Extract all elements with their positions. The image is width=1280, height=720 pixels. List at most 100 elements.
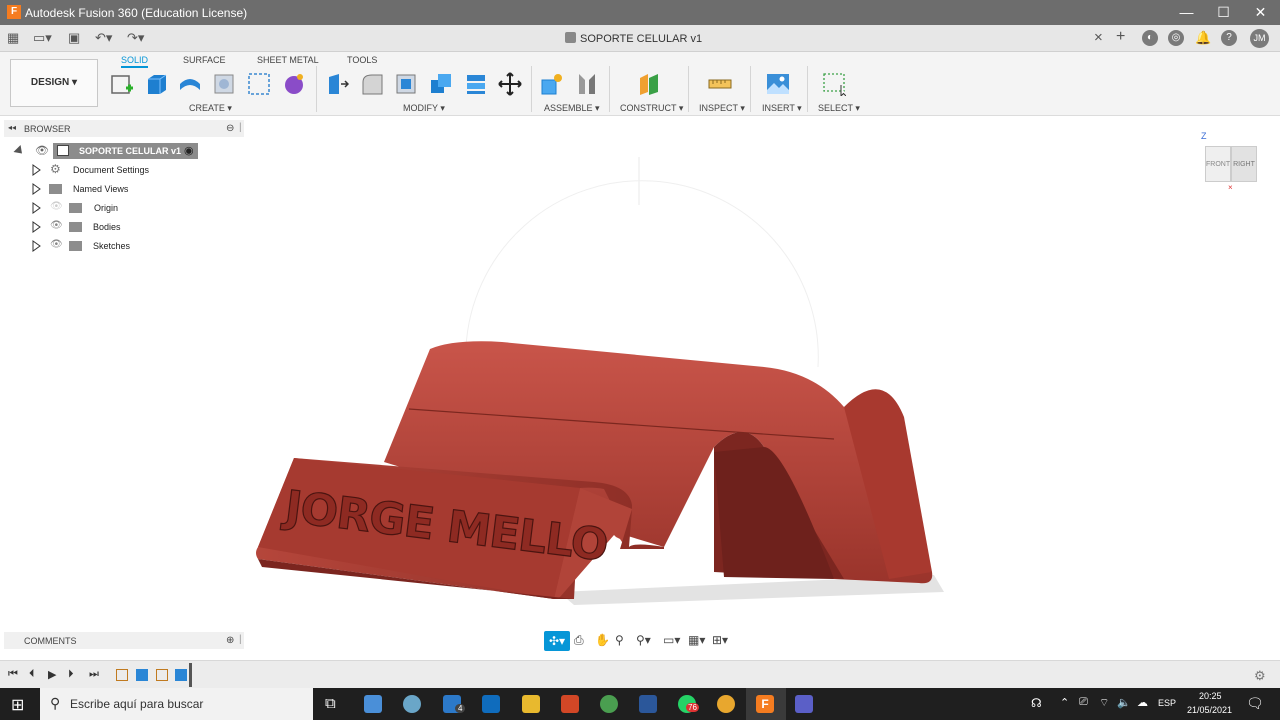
extensions-icon[interactable]: ◐	[1142, 30, 1158, 46]
new-component-icon[interactable]	[540, 72, 564, 96]
eye-visibility-icon[interactable]: 👁	[50, 239, 63, 250]
tab-tools[interactable]: TOOLS	[347, 55, 377, 65]
show-hidden-icons-chevron[interactable]: ⌃	[1060, 696, 1069, 709]
user-avatar[interactable]: JM	[1250, 29, 1269, 48]
create-menu[interactable]: CREATE ▾	[189, 103, 232, 114]
document-tab[interactable]: SOPORTE CELULAR v1	[565, 32, 702, 45]
browser-item-document-settings[interactable]: ⚙ Document Settings	[32, 162, 192, 179]
job-status-icon[interactable]: ◎	[1168, 30, 1184, 46]
insert-image-icon[interactable]	[766, 72, 790, 96]
comments-panel-header[interactable]: COMMENTS ⊕ |	[4, 632, 244, 649]
inspect-menu[interactable]: INSPECT ▾	[699, 103, 745, 114]
expand-arrow-icon[interactable]	[32, 240, 41, 252]
notifications-icon[interactable]: 🔔	[1195, 30, 1211, 46]
expand-arrow-icon[interactable]	[32, 164, 41, 176]
people-icon[interactable]: ☊	[1031, 696, 1042, 710]
windows-start-icon[interactable]: ⊞	[11, 695, 24, 715]
press-pull-icon[interactable]	[325, 72, 349, 96]
browser-item-bodies[interactable]: 👁 Bodies	[32, 219, 192, 236]
calculator-app-icon[interactable]	[364, 695, 382, 713]
undo-icon[interactable]: ↶▾	[95, 30, 112, 46]
modify-menu[interactable]: MODIFY ▾	[403, 103, 445, 114]
viewcube-front-face[interactable]: FRONT	[1205, 146, 1231, 182]
collapse-browser-icon[interactable]: ◂◂	[8, 123, 16, 132]
sweep-icon[interactable]	[212, 72, 236, 96]
tab-solid[interactable]: SOLID	[121, 55, 149, 68]
help-icon[interactable]: ?	[1221, 30, 1237, 46]
browser-root-item[interactable]: 👁 SOPORTE CELULAR v1 ◉	[13, 143, 206, 160]
comments-add-icon[interactable]: ⊕	[226, 635, 234, 646]
browser-pin-icon[interactable]: ⊖	[226, 123, 234, 134]
viewports-icon[interactable]: ⊞▾	[712, 633, 728, 649]
fit-icon[interactable]: ⚲▾	[636, 633, 652, 649]
construct-menu[interactable]: CONSTRUCT ▾	[620, 103, 683, 114]
look-at-icon[interactable]: ⎙	[574, 633, 590, 649]
combine-icon[interactable]	[429, 72, 453, 96]
go-to-end-icon[interactable]: ⏭	[89, 668, 99, 681]
measure-icon[interactable]	[708, 72, 732, 96]
timeline-settings-gear-icon[interactable]: ⚙	[1254, 668, 1266, 684]
grid-menu-icon[interactable]: ▦	[7, 30, 19, 46]
viewcube[interactable]: Z FRONT RIGHT ×	[1196, 128, 1264, 196]
panel-resize-handle[interactable]: |	[239, 122, 242, 133]
browser-item-named-views[interactable]: Named Views	[32, 181, 192, 198]
orbit-icon[interactable]: ✣▾	[544, 631, 570, 651]
root-component-row[interactable]: SOPORTE CELULAR v1	[53, 143, 198, 159]
viewcube-right-face[interactable]: RIGHT	[1231, 146, 1257, 182]
revolve-icon[interactable]	[178, 72, 202, 96]
notification-center-icon[interactable]: 🗨	[1246, 695, 1264, 712]
new-tab-icon[interactable]: +	[1116, 28, 1125, 46]
zoom-icon[interactable]: ⚲	[615, 633, 631, 649]
go-to-start-icon[interactable]: ⏮	[8, 668, 18, 681]
expand-arrow-icon[interactable]	[32, 221, 41, 233]
offset-plane-icon[interactable]	[637, 72, 661, 96]
timeline-extrude-feature[interactable]	[136, 669, 148, 681]
window-select-icon[interactable]	[822, 72, 846, 96]
insert-menu[interactable]: INSERT ▾	[762, 103, 802, 114]
step-forward-icon[interactable]: ⏵	[68, 668, 74, 681]
task-view-icon[interactable]: ⧉	[325, 695, 336, 712]
rectangular-pattern-icon[interactable]	[247, 72, 271, 96]
minimize-button[interactable]: —	[1168, 0, 1205, 25]
redo-icon[interactable]: ↷▾	[127, 30, 144, 46]
activate-radio-icon[interactable]: ◉	[184, 144, 194, 157]
assemble-menu[interactable]: ASSEMBLE ▾	[544, 103, 600, 114]
step-back-icon[interactable]: ⏴	[29, 668, 35, 681]
browser-item-sketches[interactable]: 👁 Sketches	[32, 238, 192, 255]
file-explorer-icon[interactable]	[522, 695, 540, 713]
3d-viewport[interactable]: JORGE MELLO	[244, 117, 1280, 657]
teams-app-icon[interactable]	[795, 695, 813, 713]
shell-icon[interactable]	[394, 72, 418, 96]
save-icon[interactable]: ▣	[68, 30, 80, 46]
pan-icon[interactable]: ✋	[595, 633, 611, 649]
powerpoint-app-icon[interactable]	[561, 695, 579, 713]
extrude-icon[interactable]	[144, 72, 168, 96]
onedrive-icon[interactable]: ☁	[1137, 696, 1148, 709]
outlook-app-icon[interactable]	[482, 695, 500, 713]
timeline-extrude-feature[interactable]	[175, 669, 187, 681]
tab-surface[interactable]: SURFACE	[183, 55, 226, 65]
close-tab-icon[interactable]: ×	[1094, 29, 1103, 46]
clock-time[interactable]: 20:25	[1199, 691, 1222, 701]
split-body-icon[interactable]	[464, 72, 488, 96]
taskbar-search-box[interactable]: ⚲ Escribe aquí para buscar	[40, 688, 313, 720]
expand-arrow-icon[interactable]	[32, 202, 41, 214]
chrome-app-icon[interactable]	[600, 695, 618, 713]
chrome-profile-icon[interactable]	[717, 695, 735, 713]
maximize-button[interactable]: ☐	[1205, 0, 1242, 25]
wifi-icon[interactable]: ⌔	[1099, 696, 1109, 710]
browser-item-origin[interactable]: 👁 Origin	[32, 200, 192, 217]
eye-visibility-icon[interactable]: 👁	[50, 220, 63, 231]
select-menu[interactable]: SELECT ▾	[818, 103, 860, 114]
collapse-arrow-icon[interactable]	[13, 144, 26, 158]
file-menu-icon[interactable]: ▭▾	[33, 30, 52, 46]
close-window-button[interactable]: ✕	[1242, 0, 1279, 25]
eye-visibility-icon[interactable]: 👁	[35, 144, 49, 157]
word-app-icon[interactable]	[639, 695, 657, 713]
play-icon[interactable]: ▶	[48, 668, 56, 681]
timeline-marker[interactable]	[189, 663, 192, 687]
grid-settings-icon[interactable]: ▦▾	[688, 633, 705, 649]
fillet-icon[interactable]	[360, 72, 384, 96]
create-sketch-icon[interactable]	[110, 72, 134, 96]
move-icon[interactable]	[498, 72, 522, 96]
